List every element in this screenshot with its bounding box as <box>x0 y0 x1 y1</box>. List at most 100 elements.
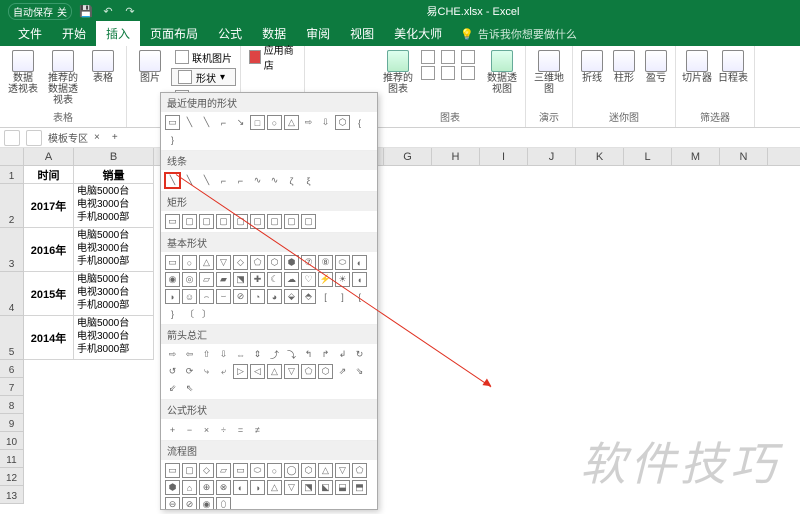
shape-b14-icon[interactable]: ◎ <box>182 272 197 287</box>
shape-a5-icon[interactable]: ⇔ <box>233 347 248 362</box>
shape-arrow-icon[interactable]: ↘ <box>233 115 248 130</box>
shape-f26-icon[interactable]: ⊘ <box>182 497 197 510</box>
shape-f8-icon[interactable]: ◯ <box>284 463 299 478</box>
col-header-A[interactable]: A <box>24 148 74 165</box>
shape-brace-icon[interactable]: { <box>352 115 367 130</box>
plus-icon[interactable]: + <box>112 132 118 143</box>
tab-file[interactable]: 文件 <box>8 21 52 46</box>
shape-a24-icon[interactable]: ⇘ <box>352 364 367 379</box>
sparkline-winloss-button[interactable]: 盈亏 <box>641 48 671 106</box>
tab-view[interactable]: 视图 <box>340 21 384 46</box>
area-chart-icon[interactable] <box>421 66 435 80</box>
cell-B5[interactable]: 电脑5000台 电视3000台 手机8000部 <box>74 316 154 360</box>
shape-b23-icon[interactable]: ☀ <box>335 272 350 287</box>
shape-f14-icon[interactable]: ⌂ <box>182 480 197 495</box>
shape-b1-icon[interactable]: ▭ <box>165 255 180 270</box>
shape-b8-icon[interactable]: ⬢ <box>284 255 299 270</box>
shape-b4-icon[interactable]: ▽ <box>216 255 231 270</box>
cell-A2[interactable]: 2017年 <box>24 184 74 228</box>
shape-f25-icon[interactable]: ⊖ <box>165 497 180 510</box>
shape-f3-icon[interactable]: ◇ <box>199 463 214 478</box>
timeline-button[interactable]: 日程表 <box>716 48 750 106</box>
row-header-8[interactable]: 8 <box>0 396 24 414</box>
shape-b25-icon[interactable]: ◗ <box>165 289 180 304</box>
shape-f20-icon[interactable]: ▽ <box>284 480 299 495</box>
tab-beautify[interactable]: 美化大师 <box>384 21 452 46</box>
shape-r3-icon[interactable]: ▢ <box>199 214 214 229</box>
row-header-11[interactable]: 11 <box>0 450 24 468</box>
table-button[interactable]: 表格 <box>84 48 122 106</box>
shape-b6-icon[interactable]: ⬠ <box>250 255 265 270</box>
pivot-table-button[interactable]: 数据 透视表 <box>4 48 42 106</box>
shape-b28-icon[interactable]: ⌣ <box>216 289 231 304</box>
shape-r4-icon[interactable]: ▢ <box>216 214 231 229</box>
col-header-I[interactable]: I <box>480 148 528 165</box>
tab-home[interactable]: 开始 <box>52 21 96 46</box>
shape-f2-icon[interactable]: ▢ <box>182 463 197 478</box>
shape-f7-icon[interactable]: ○ <box>267 463 282 478</box>
row-header-9[interactable]: 9 <box>0 414 24 432</box>
shape-r9-icon[interactable]: ▢ <box>301 214 316 229</box>
cell-B3[interactable]: 电脑5000台 电视3000台 手机8000部 <box>74 228 154 272</box>
shape-r1-icon[interactable]: ▭ <box>165 214 180 229</box>
col-header-L[interactable]: L <box>624 148 672 165</box>
shape-b27-icon[interactable]: ⌢ <box>199 289 214 304</box>
shape-square-icon[interactable]: □ <box>250 115 265 130</box>
shape-f9-icon[interactable]: ⬡ <box>301 463 316 478</box>
tab-formula[interactable]: 公式 <box>208 21 252 46</box>
shape-circle-icon[interactable]: ○ <box>267 115 282 130</box>
shape-r2-icon[interactable]: ▢ <box>182 214 197 229</box>
3d-map-button[interactable]: 三维地 图 <box>530 48 568 106</box>
shape-f28-icon[interactable]: ⬯ <box>216 497 231 510</box>
shape-b21-icon[interactable]: ♡ <box>301 272 316 287</box>
shape-elbow-icon[interactable]: ⌐ <box>216 173 231 188</box>
shape-b19-icon[interactable]: ☾ <box>267 272 282 287</box>
tell-me-search[interactable]: 💡 告诉我你想要做什么 <box>460 26 577 46</box>
shape-b18-icon[interactable]: ✚ <box>250 272 265 287</box>
shape-elbow2-icon[interactable]: ⌐ <box>233 173 248 188</box>
row-header-6[interactable]: 6 <box>0 360 24 378</box>
col-header-N[interactable]: N <box>720 148 768 165</box>
cell-A4[interactable]: 2015年 <box>24 272 74 316</box>
shape-b10-icon[interactable]: ⑧ <box>318 255 333 270</box>
shape-b37-icon[interactable]: } <box>165 306 180 321</box>
shape-a20-icon[interactable]: ▽ <box>284 364 299 379</box>
cell-B1[interactable]: 销量 <box>74 166 154 184</box>
shape-b17-icon[interactable]: ⬔ <box>233 272 248 287</box>
tab-layout[interactable]: 页面布局 <box>140 21 208 46</box>
shape-arrowr-icon[interactable]: ⇨ <box>301 115 316 130</box>
cell-A3[interactable]: 2016年 <box>24 228 74 272</box>
shape-f6-icon[interactable]: ⬭ <box>250 463 265 478</box>
line-chart-icon[interactable] <box>441 50 455 64</box>
shape-a23-icon[interactable]: ⇗ <box>335 364 350 379</box>
shape-hex-icon[interactable]: ⬡ <box>335 115 350 130</box>
shape-f5-icon[interactable]: ▭ <box>233 463 248 478</box>
cell-A1[interactable]: 时间 <box>24 166 74 184</box>
shape-a14-icon[interactable]: ⟳ <box>182 364 197 379</box>
redo-icon[interactable]: ↷ <box>122 3 138 19</box>
col-header-B[interactable]: B <box>74 148 154 165</box>
bar-chart-icon[interactable] <box>421 50 435 64</box>
tab-review[interactable]: 审阅 <box>296 21 340 46</box>
shape-b15-icon[interactable]: ▱ <box>199 272 214 287</box>
shape-b31-icon[interactable]: ◕ <box>267 289 282 304</box>
shape-scribble-icon[interactable]: ξ <box>301 173 316 188</box>
recommended-pivot-button[interactable]: 推荐的 数据透视表 <box>44 48 82 106</box>
shapes-dropdown-button[interactable]: 形状▾ <box>171 68 236 86</box>
app-store-button[interactable]: 应用商店 <box>245 48 300 66</box>
shape-a3-icon[interactable]: ⇧ <box>199 347 214 362</box>
shape-b32-icon[interactable]: ⬙ <box>284 289 299 304</box>
shape-f4-icon[interactable]: ▱ <box>216 463 231 478</box>
shape-b26-icon[interactable]: ☺ <box>182 289 197 304</box>
shape-b12-icon[interactable]: ◐ <box>352 255 367 270</box>
shape-a21-icon[interactable]: ⬠ <box>301 364 316 379</box>
sparkline-column-button[interactable]: 柱形 <box>609 48 639 106</box>
shape-a15-icon[interactable]: ⤷ <box>199 364 214 379</box>
col-header-J[interactable]: J <box>528 148 576 165</box>
shape-f17-icon[interactable]: ◐ <box>233 480 248 495</box>
row-header-3[interactable]: 3 <box>0 228 24 272</box>
shape-b7-icon[interactable]: ⬡ <box>267 255 282 270</box>
shape-a8-icon[interactable]: ⤵ <box>284 347 299 362</box>
shape-f24-icon[interactable]: ⬒ <box>352 480 367 495</box>
shape-f16-icon[interactable]: ⊗ <box>216 480 231 495</box>
